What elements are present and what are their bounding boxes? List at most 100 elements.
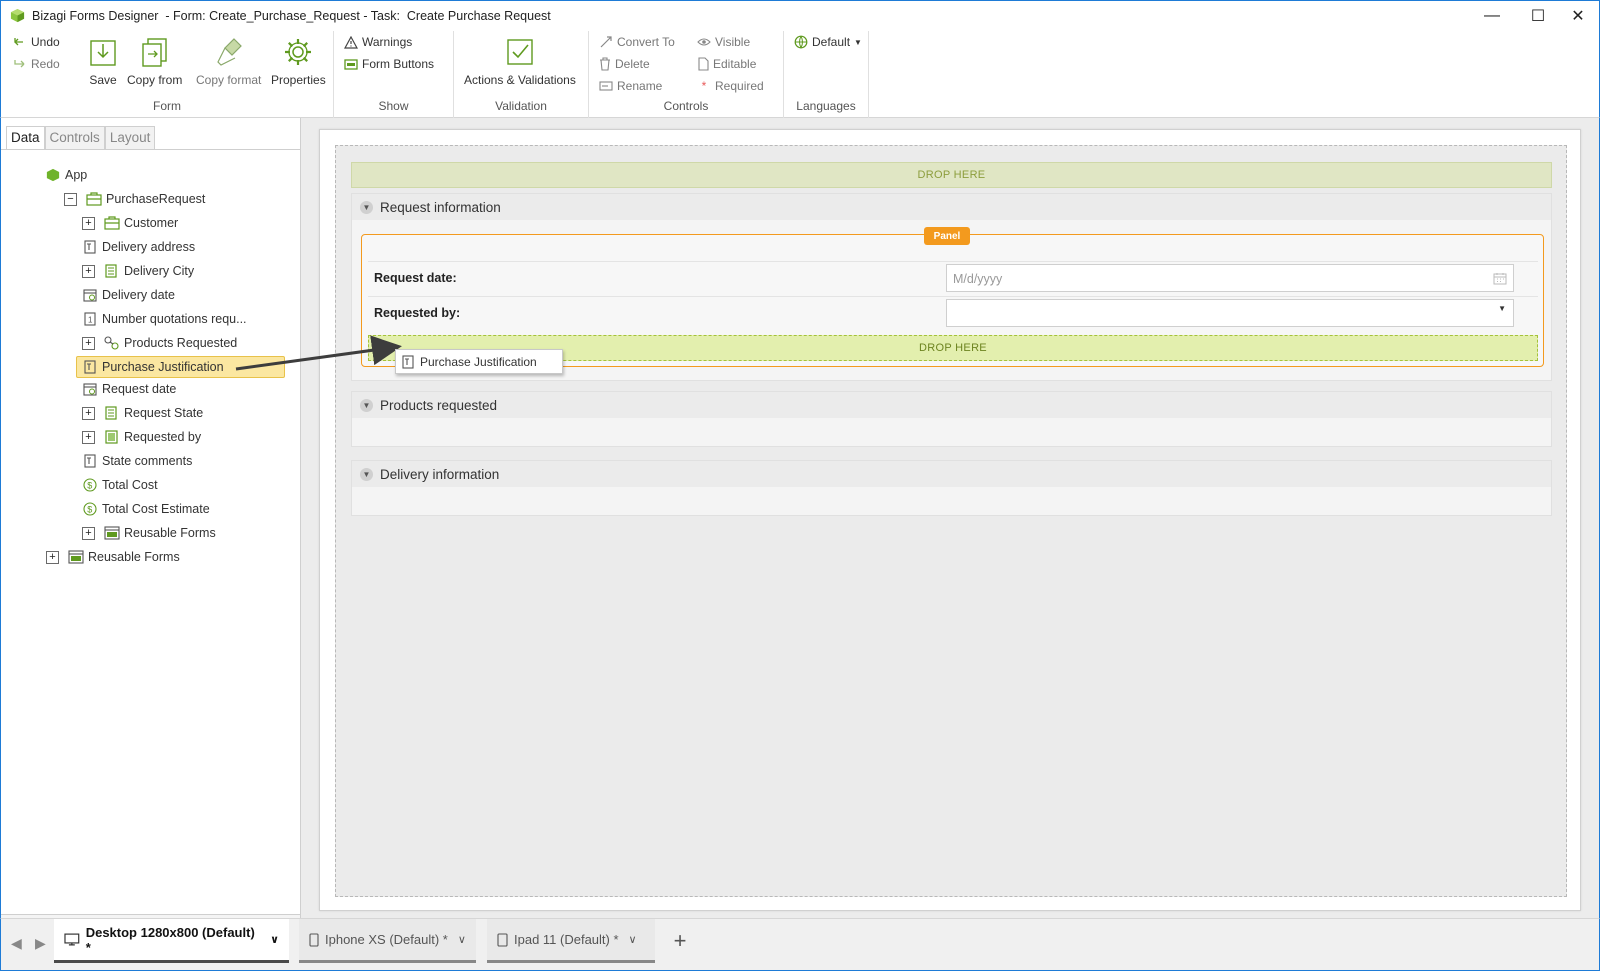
tab-label: Desktop 1280x800 (Default) * bbox=[85, 924, 255, 955]
tree-item-label: Delivery date bbox=[102, 288, 175, 302]
request-date-input[interactable]: M/d/yyyy bbox=[946, 264, 1514, 292]
close-window-button[interactable]: ✕ bbox=[1555, 1, 1600, 31]
text-attribute-icon bbox=[402, 354, 414, 369]
scroll-right-icon[interactable]: ▶ bbox=[35, 935, 46, 952]
form-container[interactable]: DROP HERE ▼ Request information Panel Re… bbox=[335, 145, 1567, 897]
tree-item-total-cost[interactable]: $ Total Cost bbox=[82, 474, 158, 496]
reusable-forms-icon bbox=[68, 549, 84, 565]
chevron-down-icon[interactable]: ▼ bbox=[360, 398, 373, 412]
actions-validations-button[interactable]: Actions & Validations bbox=[464, 35, 576, 87]
required-button[interactable]: * Required bbox=[697, 79, 764, 93]
expand-icon[interactable]: + bbox=[82, 336, 95, 350]
chevron-down-icon[interactable]: ∨ bbox=[458, 933, 466, 946]
tree-item-total-cost-estimate[interactable]: $ Total Cost Estimate bbox=[82, 498, 210, 520]
tree-item-request-date[interactable]: Request date bbox=[82, 378, 176, 400]
group-header[interactable]: ▼ Request information bbox=[352, 194, 1551, 220]
app-cube-icon bbox=[45, 167, 61, 183]
chevron-down-icon[interactable]: ∨ bbox=[629, 933, 637, 946]
convert-to-label: Convert To bbox=[617, 35, 675, 49]
expand-icon[interactable]: + bbox=[82, 526, 95, 540]
calendar-icon[interactable] bbox=[1493, 272, 1507, 285]
tree-item-label: Number quotations requ... bbox=[102, 312, 247, 326]
copy-format-button[interactable]: Copy format bbox=[196, 35, 261, 87]
tree-item-label: Reusable Forms bbox=[88, 550, 180, 564]
tab-desktop[interactable]: Desktop 1280x800 (Default) * ∨ bbox=[54, 919, 289, 963]
scroll-left-icon[interactable]: ◀ bbox=[11, 935, 22, 952]
tree-item-label: PurchaseRequest bbox=[106, 192, 206, 206]
expand-icon[interactable]: + bbox=[82, 430, 95, 444]
chevron-down-icon[interactable]: ▼ bbox=[360, 200, 373, 214]
editable-button[interactable]: Editable bbox=[697, 57, 756, 71]
bizagi-logo-icon bbox=[10, 8, 25, 23]
undo-button[interactable]: Undo bbox=[13, 35, 60, 49]
chevron-down-icon[interactable]: ▼ bbox=[360, 467, 373, 481]
tree-item-products-requested[interactable]: + Products Requested bbox=[82, 332, 237, 354]
tree-item-purchaserequest[interactable]: − PurchaseRequest bbox=[64, 188, 205, 210]
expand-icon[interactable]: + bbox=[82, 216, 95, 230]
tree-item-label: Request date bbox=[102, 382, 177, 396]
drop-zone-top[interactable]: DROP HERE bbox=[351, 162, 1552, 188]
tree-item-request-state[interactable]: + Request State bbox=[82, 402, 203, 424]
entity-icon bbox=[86, 191, 102, 207]
editable-icon bbox=[698, 57, 709, 71]
tab-controls[interactable]: Controls bbox=[44, 126, 105, 150]
monitor-icon bbox=[64, 933, 80, 946]
tree-item-app[interactable]: App bbox=[45, 164, 87, 186]
group-delivery-information[interactable]: ▼ Delivery information bbox=[351, 460, 1552, 516]
asterisk-icon: * bbox=[701, 79, 707, 93]
properties-button[interactable]: Properties bbox=[271, 35, 326, 87]
svg-text:$: $ bbox=[87, 481, 92, 491]
chevron-down-icon[interactable]: ∨ bbox=[270, 933, 279, 946]
tree-item-customer[interactable]: + Customer bbox=[82, 212, 178, 234]
tree-item-purchase-justification[interactable]: Purchase Justification bbox=[76, 356, 285, 378]
tree-item-delivery-address[interactable]: Delivery address bbox=[82, 236, 195, 258]
request-date-row[interactable]: Request date: M/d/yyyy bbox=[368, 261, 1538, 293]
panel-container[interactable]: Panel Request date: M/d/yyyy Requested b… bbox=[361, 227, 1544, 367]
group-header[interactable]: ▼ Delivery information bbox=[352, 461, 1551, 487]
copy-from-icon bbox=[141, 38, 167, 67]
tree-item-label: Products Requested bbox=[124, 336, 238, 350]
copy-from-button[interactable]: Copy from bbox=[127, 35, 182, 87]
tree-item-requested-by[interactable]: + Requested by bbox=[82, 426, 201, 448]
form-buttons-button[interactable]: Form Buttons bbox=[344, 57, 434, 71]
warnings-button[interactable]: Warnings bbox=[344, 35, 412, 49]
tab-iphone[interactable]: Iphone XS (Default) * ∨ bbox=[299, 919, 476, 963]
caret-down-icon[interactable]: ▼ bbox=[1498, 304, 1506, 313]
group-header[interactable]: ▼ Products requested bbox=[352, 392, 1551, 418]
tree-item-number-quotations[interactable]: 1 Number quotations requ... bbox=[82, 308, 247, 330]
visible-button[interactable]: Visible bbox=[697, 35, 750, 49]
tree-item-state-comments[interactable]: State comments bbox=[82, 450, 192, 472]
panel-badge: Panel bbox=[924, 227, 970, 245]
expand-icon[interactable]: + bbox=[46, 550, 59, 564]
tree-item-delivery-city[interactable]: + Delivery City bbox=[82, 260, 194, 282]
undo-icon bbox=[14, 38, 23, 46]
tab-ipad[interactable]: Ipad 11 (Default) * ∨ bbox=[487, 919, 655, 963]
collapse-icon[interactable]: − bbox=[64, 192, 77, 206]
tree-item-delivery-date[interactable]: Delivery date bbox=[82, 284, 175, 306]
languages-group: Default ▼ Languages bbox=[784, 31, 869, 118]
expand-icon[interactable]: + bbox=[82, 264, 95, 278]
tree-item-reusable-forms-root[interactable]: + Reusable Forms bbox=[46, 546, 180, 568]
properties-label: Properties bbox=[271, 73, 326, 87]
minimize-button[interactable]: — bbox=[1469, 1, 1515, 31]
visible-label: Visible bbox=[715, 35, 751, 49]
add-device-button[interactable]: + bbox=[661, 919, 699, 963]
copy-format-label: Copy format bbox=[196, 73, 262, 87]
title-bar: Bizagi Forms Designer - Form: Create_Pur… bbox=[0, 0, 1600, 31]
language-dropdown[interactable]: Default ▼ bbox=[794, 35, 862, 49]
delete-button[interactable]: Delete bbox=[599, 57, 650, 71]
controls-group-label: Controls bbox=[663, 99, 709, 113]
requested-by-combo[interactable]: ▼ bbox=[946, 299, 1514, 327]
redo-button[interactable]: Redo bbox=[13, 57, 60, 71]
tree-item-label: State comments bbox=[102, 454, 193, 468]
tab-layout[interactable]: Layout bbox=[104, 126, 156, 150]
save-button[interactable]: Save bbox=[87, 35, 119, 87]
expand-icon[interactable]: + bbox=[82, 406, 95, 420]
convert-to-button[interactable]: Convert To bbox=[599, 35, 675, 49]
tab-data[interactable]: Data bbox=[6, 126, 45, 150]
group-products-requested[interactable]: ▼ Products requested bbox=[351, 391, 1552, 447]
tree-item-reusable-forms-child[interactable]: + Reusable Forms bbox=[82, 522, 216, 544]
rename-button[interactable]: Rename bbox=[599, 79, 662, 93]
requested-by-row[interactable]: Requested by: ▼ bbox=[368, 296, 1538, 328]
text-attribute-icon bbox=[82, 453, 98, 469]
